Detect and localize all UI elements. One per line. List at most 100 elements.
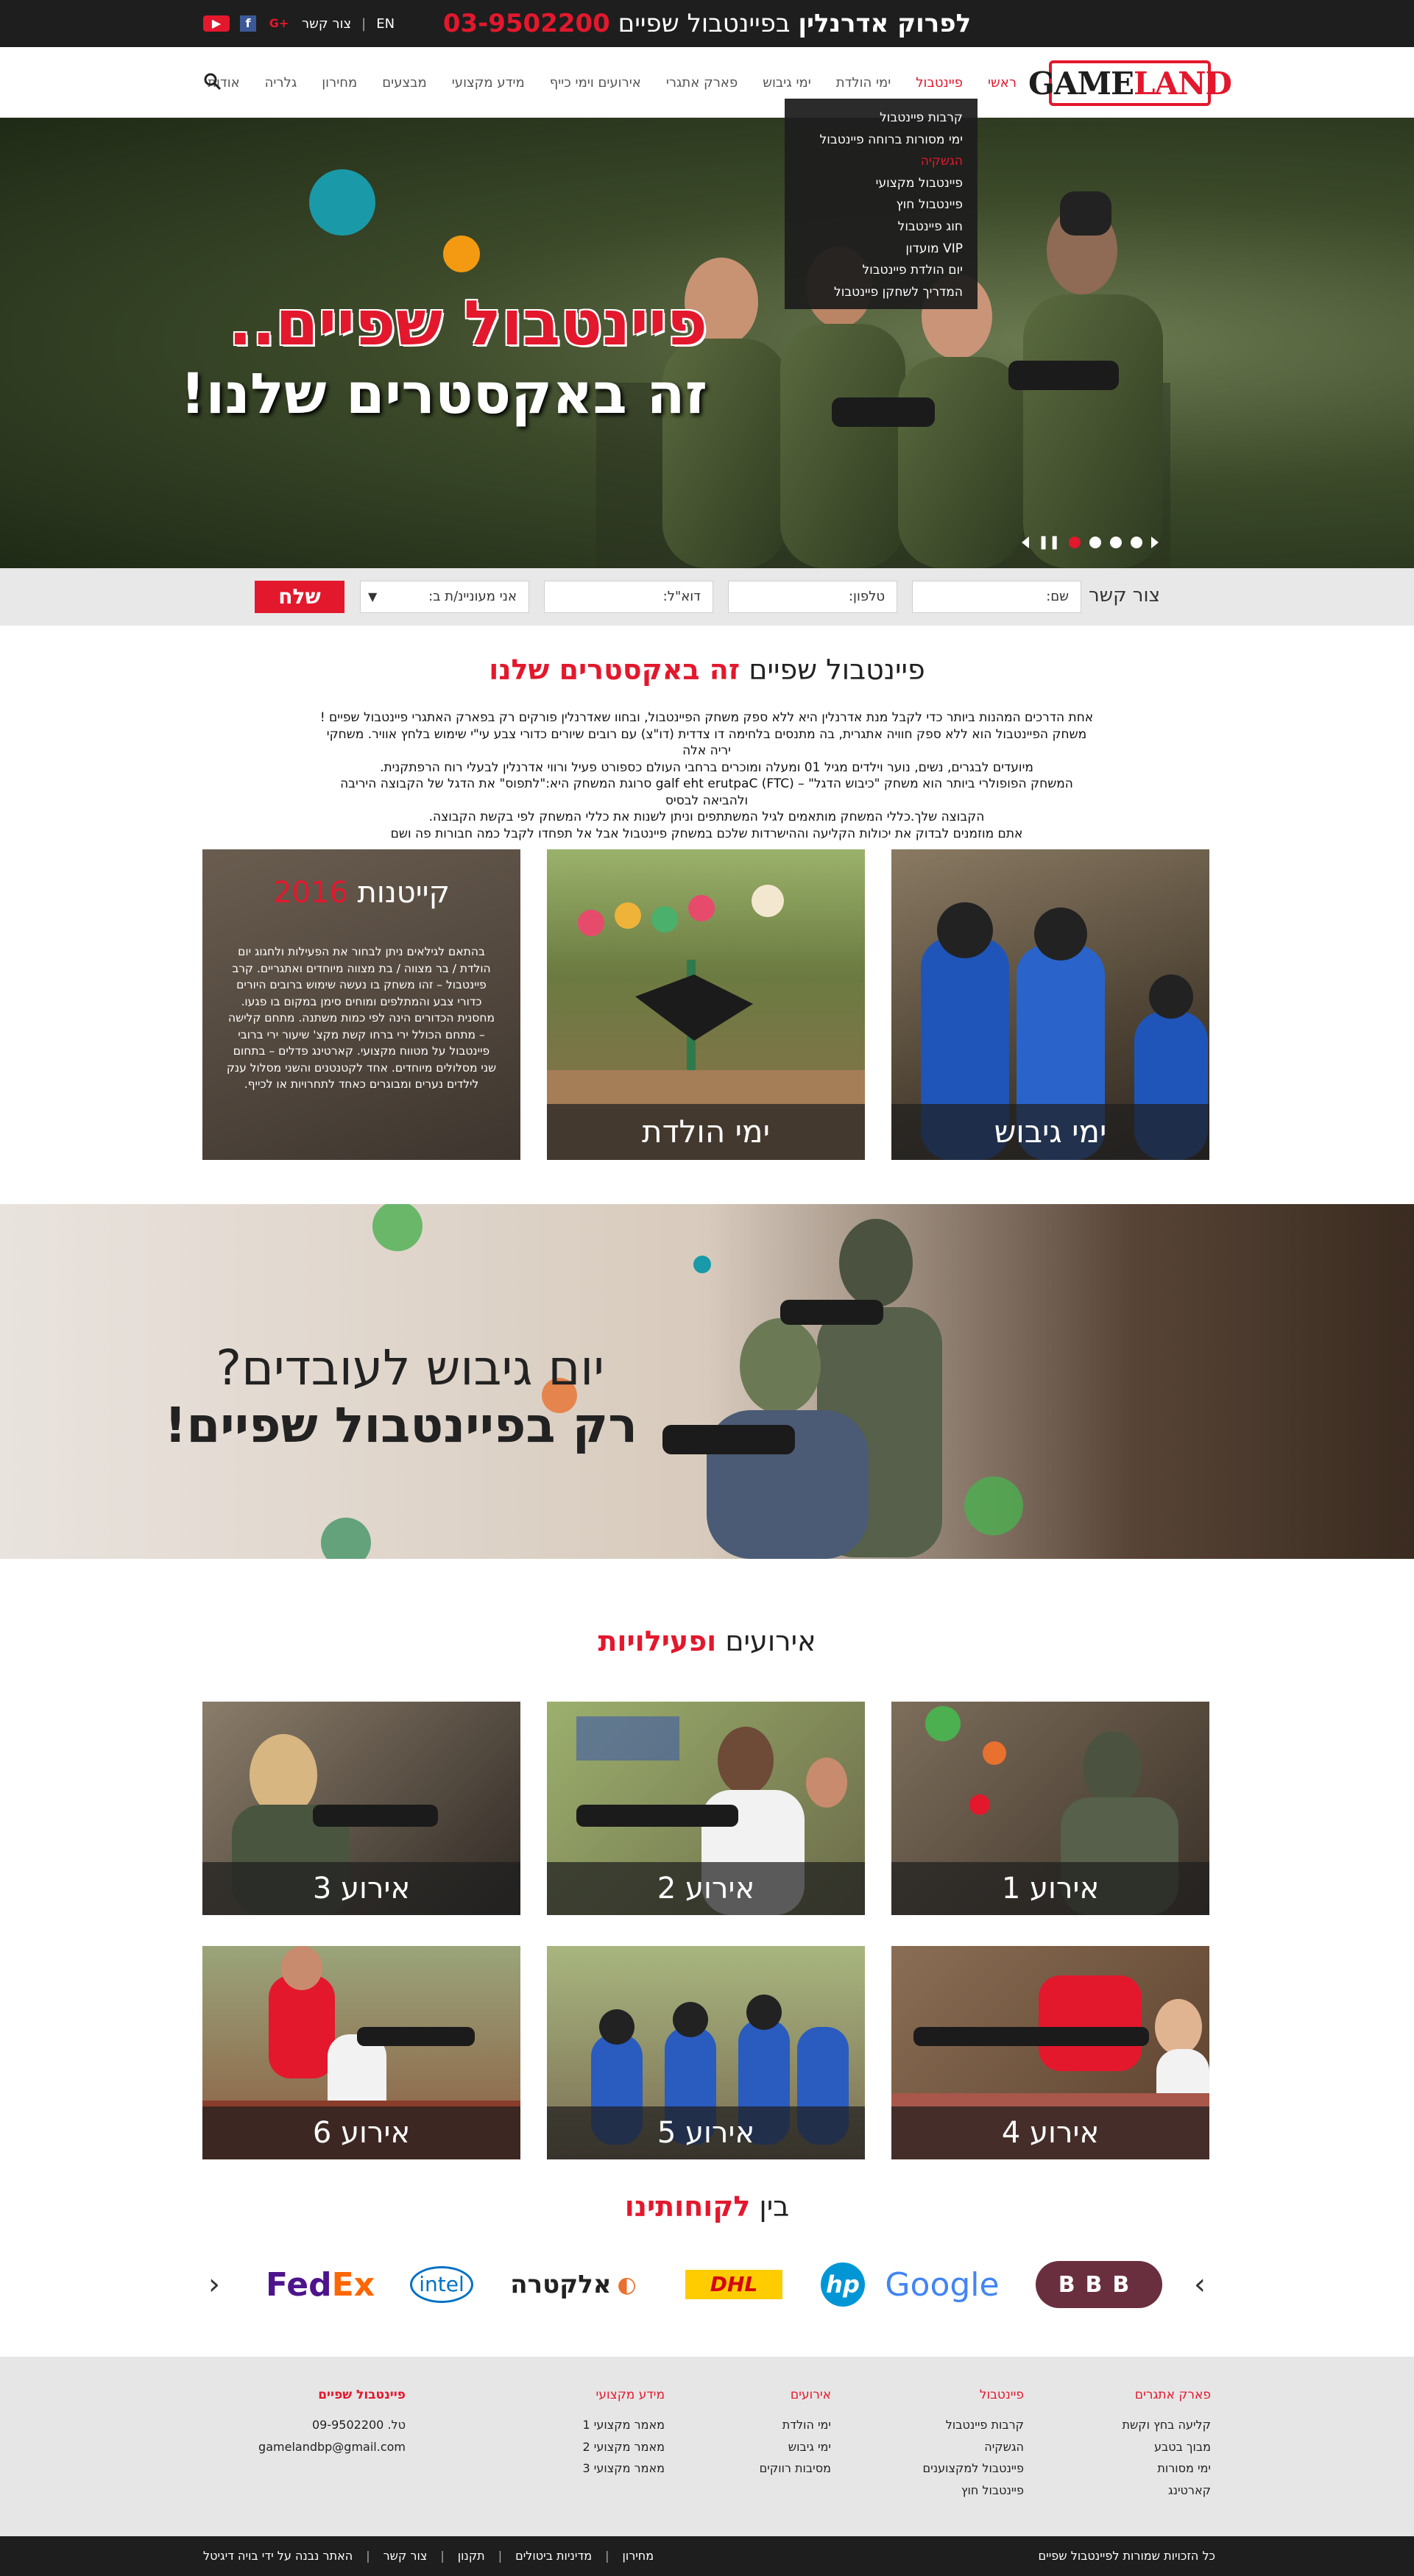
banner-line2: רק בפיינטבול שפיים! xyxy=(164,1397,637,1454)
divider: | xyxy=(440,2549,445,2563)
footer-link[interactable]: קארטינג xyxy=(1122,2480,1211,2502)
footer-link[interactable]: מאמר מקצועי 2 xyxy=(583,2436,665,2458)
googleplus-icon[interactable]: G+ xyxy=(266,15,291,32)
event-card-4[interactable]: אירוע 4 xyxy=(891,1946,1209,2159)
slider-dot[interactable] xyxy=(1069,536,1081,548)
search-icon[interactable] xyxy=(203,72,222,91)
email-field[interactable]: דוא"ל: xyxy=(544,581,713,613)
card-birthdays[interactable]: ימי הולדת xyxy=(547,849,865,1160)
footer-link[interactable]: מסיבות רווקים xyxy=(760,2458,831,2480)
nav-item-teambuilding[interactable]: ימי גיבוש xyxy=(763,75,811,91)
nav-item-pro-info[interactable]: מידע מקצועי xyxy=(452,75,525,91)
chevron-left-icon[interactable]: ‹ xyxy=(203,2268,225,2301)
nav-item-birthdays[interactable]: ימי הולדת xyxy=(836,75,891,91)
dropdown-item[interactable]: קרבות פיינטבול xyxy=(799,107,963,130)
slider-pause-icon[interactable]: ❚❚ xyxy=(1038,534,1060,550)
electra-text: אלקטרה xyxy=(510,2270,612,2299)
nav-item-deals[interactable]: מבצעים xyxy=(382,75,427,91)
nav-item-prices[interactable]: מחירון xyxy=(322,75,357,91)
card-teambuilding[interactable]: ימי גיבוש xyxy=(891,849,1209,1160)
slider-dot[interactable] xyxy=(1089,536,1102,548)
event-caption: אירוע 1 xyxy=(891,1862,1209,1915)
dropdown-item[interactable]: VIP מועדון xyxy=(799,238,963,261)
dropdown-item[interactable]: יום הולדת פיינטבול xyxy=(799,260,963,282)
footer-link[interactable]: מאמר מקצועי 1 xyxy=(583,2414,665,2436)
teambuilding-banner[interactable]: יום גיבוש לעובדים? רק בפיינטבול שפיים! xyxy=(0,1204,1414,1559)
bottom-link[interactable]: צור קשר xyxy=(383,2536,428,2576)
facebook-icon[interactable]: f xyxy=(240,15,256,32)
bottom-link[interactable]: מחירון xyxy=(622,2536,654,2576)
site-logo[interactable]: GAME LAND xyxy=(1028,60,1232,106)
footer-link[interactable]: הגשקיה xyxy=(923,2436,1024,2458)
bottom-link[interactable]: מדיניות ביטולים xyxy=(515,2536,592,2576)
phone-prefix: לפרוק אדרנלין xyxy=(798,9,972,38)
banner-photo xyxy=(321,1204,1023,1559)
phone-field[interactable]: טלפון: xyxy=(728,581,897,613)
top-contact-link[interactable]: צור קשר xyxy=(302,16,351,32)
divider: | xyxy=(361,15,367,32)
banner-line1: יום גיבוש לעובדים? xyxy=(216,1340,604,1396)
nav-item-home[interactable]: ראשי xyxy=(988,75,1017,91)
nav-item-adventure-park[interactable]: פארק אתגרי xyxy=(666,75,738,91)
intro-title-a: פיינטבול שפיים xyxy=(749,654,925,686)
top-bar: לפרוק אדרנלין בפיינטבול שפיים 03-9502200… xyxy=(0,0,1414,47)
footer-link[interactable]: קרבות פיינטבול xyxy=(923,2414,1024,2436)
name-field[interactable]: שם: xyxy=(912,581,1081,613)
bottom-link[interactable]: האתר נבנה על ידי בויה דיגיטל xyxy=(203,2536,353,2576)
card-camps[interactable]: קייטנות 2016 בהתאם לגילאים ניתן לבחור את… xyxy=(202,849,520,1160)
dropdown-item-active[interactable]: הגשקיה xyxy=(799,151,963,173)
slider-next-icon[interactable] xyxy=(1151,536,1159,548)
footer-col-title: פיינטבול שפיים xyxy=(318,2388,406,2402)
footer-link[interactable]: מבוך בטבע xyxy=(1122,2436,1211,2458)
youtube-icon[interactable]: ▶ xyxy=(203,15,230,32)
slider-dot[interactable] xyxy=(1131,536,1143,548)
event-card-5[interactable]: אירוע 5 xyxy=(547,1946,865,2159)
footer-link[interactable]: ימי מסורות xyxy=(1122,2458,1211,2480)
paint-splash-orange xyxy=(443,236,480,272)
slider-dot[interactable] xyxy=(1110,536,1123,548)
footer-col-title[interactable]: מידע מקצועי xyxy=(583,2388,665,2402)
footer-col-title[interactable]: פיינטבול xyxy=(923,2388,1024,2402)
send-button[interactable]: שלח xyxy=(255,581,344,613)
footer-link[interactable]: ימי גיבוש xyxy=(760,2436,831,2458)
footer-col-events: אירועים ימי הולדת ימי גיבוש מסיבות רווקי… xyxy=(760,2388,831,2480)
client-electra-logo: ◐ אלקטרה xyxy=(500,2261,647,2308)
footer-email[interactable]: gamelandbp@gmail.com xyxy=(258,2436,406,2458)
footer-link[interactable]: ימי הולדת xyxy=(760,2414,831,2436)
intro-line: משחק הפיינטבול הוא ללא ספק חוויה אתגרית,… xyxy=(326,726,1087,759)
chevron-right-icon[interactable]: › xyxy=(1189,2268,1211,2301)
dropdown-item[interactable]: פיינטבול מקצועי xyxy=(799,173,963,195)
intro-text: אחת הדרכים המהנות ביותר כדי לקבל מנת אדר… xyxy=(317,710,1097,842)
event-card-6[interactable]: אירוע 6 xyxy=(202,1946,520,2159)
nav-item-gallery[interactable]: גלריה xyxy=(265,75,297,91)
events-title-a: אירועים xyxy=(725,1625,816,1657)
nav-item-events[interactable]: אירועים וימי כייף xyxy=(550,75,641,91)
dropdown-item[interactable]: חוג פיינטבול xyxy=(799,216,963,238)
footer-link[interactable]: קליעה בחץ וקשת xyxy=(1122,2414,1211,2436)
footer-col-title[interactable]: אירועים xyxy=(760,2388,831,2402)
event-card-1[interactable]: אירוע 1 xyxy=(891,1702,1209,1915)
lang-switch[interactable]: EN xyxy=(376,16,395,32)
dropdown-item[interactable]: המדריך לשחקן פיינטבול xyxy=(799,282,963,304)
event-card-3[interactable]: אירוע 3 xyxy=(202,1702,520,1915)
slider-controls: ❚❚ xyxy=(1022,534,1159,550)
client-intel-logo: intel xyxy=(409,2261,475,2308)
bottom-link[interactable]: תקנון xyxy=(458,2536,485,2576)
intro-line: אתם מוזמנים לבדוק את יכולות הקליעה וההיש… xyxy=(390,826,1023,841)
client-fedex-logo: Fed Ex xyxy=(261,2261,379,2308)
dropdown-item[interactable]: ימי מסורות ברוחה פיינטבול xyxy=(799,130,963,152)
footer-link[interactable]: מאמר מקצועי 3 xyxy=(583,2458,665,2480)
footer-col-title[interactable]: פארק אתגרים xyxy=(1122,2388,1211,2402)
event-card-2[interactable]: אירוע 2 xyxy=(547,1702,865,1915)
client-bbb-logo: BBB xyxy=(1034,2261,1164,2308)
footer-link[interactable]: פיינטבול חוץ xyxy=(923,2480,1024,2502)
footer-link[interactable]: פיינטבול למקצוענים xyxy=(923,2458,1025,2480)
google-text: Google xyxy=(885,2265,1000,2304)
phone-number[interactable]: 03-9502200 xyxy=(443,9,610,38)
slider-prev-icon[interactable] xyxy=(1022,536,1029,548)
interest-select[interactable]: אני מעוניינ/ת ב: ▼ xyxy=(360,581,529,613)
dropdown-item[interactable]: פיינטבול חוץ xyxy=(799,194,964,216)
dhl-text: DHL xyxy=(685,2270,782,2299)
footer-phone[interactable]: טל. 09-9502200 xyxy=(258,2414,406,2436)
nav-item-paintball[interactable]: פיינטבול xyxy=(916,75,963,91)
